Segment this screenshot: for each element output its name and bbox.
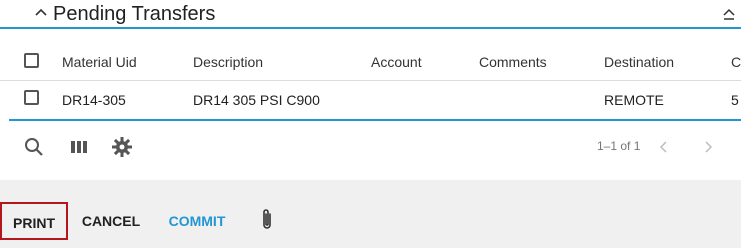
- commit-button[interactable]: COMMIT: [165, 202, 229, 240]
- column-header-comments[interactable]: Comments: [479, 44, 579, 80]
- chevron-right-icon[interactable]: [700, 139, 716, 155]
- panel-title: Pending Transfers: [53, 3, 216, 25]
- action-footer: PRINT CANCEL COMMIT: [0, 180, 741, 248]
- column-header-account[interactable]: Account: [371, 44, 461, 80]
- cell-comments: [479, 82, 579, 118]
- table-header-row: Material Uid Description Account Comment…: [0, 44, 741, 81]
- panel-header: Pending Transfers: [0, 0, 741, 29]
- print-button[interactable]: PRINT: [0, 202, 68, 240]
- cell-material-uid: DR14-305: [62, 92, 126, 108]
- cell-destination: REMOTE: [604, 92, 664, 108]
- cancel-button[interactable]: CANCEL: [80, 202, 142, 240]
- chevron-up-icon[interactable]: [34, 6, 48, 18]
- paperclip-icon[interactable]: [258, 208, 276, 232]
- table-divider: [9, 119, 741, 121]
- gear-icon[interactable]: [111, 136, 133, 158]
- table-row[interactable]: DR14-305 DR14 305 PSI C900 REMOTE 5: [0, 82, 741, 119]
- cell-description: DR14 305 PSI C900: [193, 92, 320, 108]
- column-header-material-uid[interactable]: Material Uid: [62, 44, 182, 80]
- cell-truncated: 5: [731, 92, 739, 108]
- chevron-left-icon[interactable]: [656, 139, 672, 155]
- collapse-panel-icon[interactable]: [721, 7, 737, 23]
- row-checkbox[interactable]: [24, 90, 39, 105]
- select-all-checkbox[interactable]: [24, 53, 39, 68]
- pagination-range: 1–1 of 1: [597, 139, 641, 153]
- table-toolbar: 1–1 of 1: [0, 131, 741, 163]
- search-icon[interactable]: [23, 136, 45, 158]
- column-header-destination[interactable]: Destination: [604, 44, 714, 80]
- column-header-truncated[interactable]: C: [731, 44, 741, 80]
- column-header-description[interactable]: Description: [193, 44, 353, 80]
- columns-icon[interactable]: [68, 136, 90, 158]
- cell-account: [371, 82, 461, 118]
